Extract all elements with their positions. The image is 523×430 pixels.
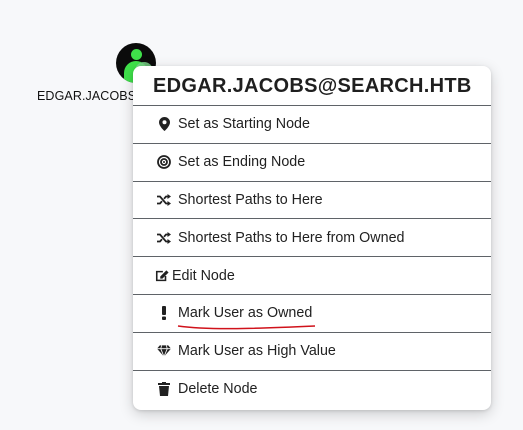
menu-item-edit-node[interactable]: Edit Node <box>133 257 491 295</box>
trash-icon <box>157 382 171 397</box>
map-marker-icon <box>157 117 171 132</box>
random-icon <box>157 231 171 245</box>
menu-item-label: Shortest Paths to Here <box>178 191 323 208</box>
context-menu-title: EDGAR.JACOBS@SEARCH.HTB <box>133 66 491 106</box>
menu-item-set-starting-node[interactable]: Set as Starting Node <box>133 106 491 144</box>
menu-item-set-ending-node[interactable]: Set as Ending Node <box>133 144 491 182</box>
menu-item-mark-high-value[interactable]: Mark User as High Value <box>133 333 491 371</box>
menu-item-label: Shortest Paths to Here from Owned <box>178 229 405 246</box>
red-underline-annotation <box>177 325 316 330</box>
menu-item-mark-owned[interactable]: Mark User as Owned <box>133 295 491 333</box>
menu-item-label: Set as Starting Node <box>178 116 310 133</box>
menu-item-label: Mark User as Owned <box>178 305 313 322</box>
edit-icon <box>155 269 169 283</box>
menu-item-label: Delete Node <box>178 381 258 398</box>
menu-item-label: Edit Node <box>172 267 235 284</box>
graph-canvas[interactable]: EDGAR.JACOBS@SEARCH.HTB EDGAR.JACOBS@SEA… <box>0 0 523 430</box>
user-icon <box>131 49 142 60</box>
random-icon <box>157 193 171 207</box>
menu-item-label: Mark User as High Value <box>178 343 336 360</box>
menu-item-label: Set as Ending Node <box>178 154 306 171</box>
exclamation-icon <box>157 306 171 321</box>
target-icon <box>157 155 171 170</box>
menu-item-shortest-paths-to-here[interactable]: Shortest Paths to Here <box>133 182 491 220</box>
gem-icon <box>157 344 171 358</box>
context-menu: EDGAR.JACOBS@SEARCH.HTB Set as Starting … <box>133 66 491 410</box>
menu-item-shortest-paths-from-owned[interactable]: Shortest Paths to Here from Owned <box>133 219 491 258</box>
menu-item-delete-node[interactable]: Delete Node <box>133 371 491 409</box>
